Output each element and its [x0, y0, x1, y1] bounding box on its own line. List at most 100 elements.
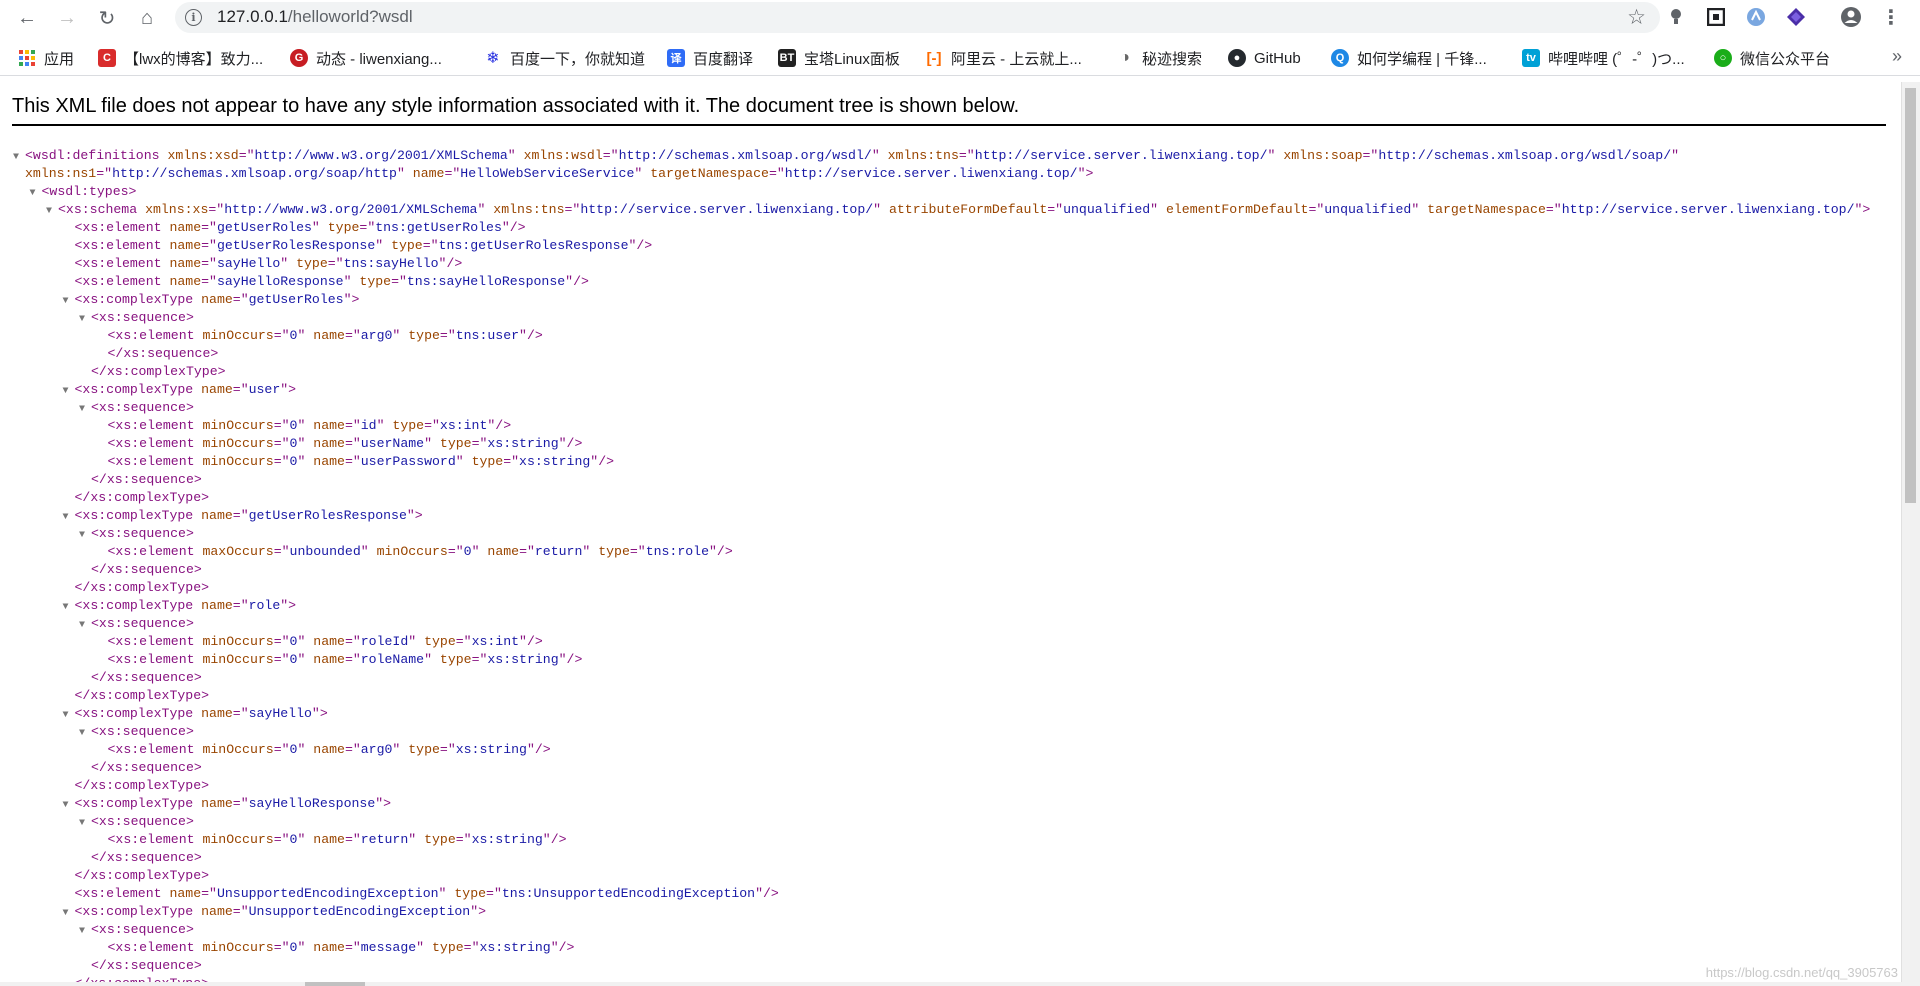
- collapse-triangle-icon[interactable]: ▼: [63, 293, 75, 311]
- url-path: /helloworld?wsdl: [287, 7, 413, 26]
- bookmark-qianfeng[interactable]: Q 如何学编程 | 千锋...: [1331, 47, 1487, 69]
- xml-attr-value: xs:string: [455, 742, 527, 757]
- forward-arrow-icon[interactable]: →: [54, 5, 80, 31]
- xml-attr-value: tns:sayHello: [343, 256, 439, 271]
- xml-tag-text: =": [327, 256, 344, 271]
- bookmark-bilibili[interactable]: tv 哔哩哔哩 (゜-゜)つ...: [1522, 47, 1685, 69]
- collapse-triangle-icon[interactable]: ▼: [63, 509, 75, 527]
- xml-tag-text: ": [297, 454, 314, 469]
- horizontal-scrollbar[interactable]: [0, 982, 1902, 986]
- xml-attr-name: name: [169, 220, 202, 235]
- xml-tag-text: =": [232, 706, 249, 721]
- qr-extension-icon[interactable]: [1705, 6, 1727, 28]
- xml-tag-text: =": [1047, 202, 1064, 217]
- bookmark-aliyun[interactable]: [-] 阿里云 - 上云就上...: [925, 47, 1082, 69]
- horizontal-scrollbar-thumb[interactable]: [305, 982, 365, 986]
- xml-tag-text: </xs:complexType>: [74, 778, 210, 793]
- xml-tag-text: <xs:sequence>: [91, 526, 194, 541]
- site-info-icon[interactable]: i: [185, 9, 202, 26]
- profile-avatar-icon[interactable]: [1840, 6, 1862, 28]
- bookmark-wechat[interactable]: ○ 微信公众平台: [1714, 47, 1830, 69]
- xml-tag-text: =": [201, 238, 217, 253]
- xml-tag-text: "/>: [709, 544, 733, 559]
- address-bar[interactable]: i 127.0.0.1/helloworld?wsdl ☆: [175, 2, 1660, 33]
- bookmark-label: 如何学编程 | 千锋...: [1357, 50, 1487, 68]
- xml-attr-name: xmlns:wsdl: [523, 148, 603, 163]
- collapse-triangle-icon[interactable]: ▼: [79, 311, 91, 329]
- collapse-triangle-icon[interactable]: ▼: [79, 401, 91, 419]
- xml-tag-text: </xs:complexType>: [91, 364, 226, 379]
- xml-tag-text: </xs:complexType>: [74, 580, 210, 595]
- bookmark-apps[interactable]: 应用: [18, 47, 74, 69]
- home-icon[interactable]: ⌂: [134, 5, 160, 31]
- xml-tag-text: <xs:sequence>: [91, 724, 194, 739]
- xml-tag-text: =": [344, 940, 361, 955]
- xml-tag-text: ": [297, 742, 314, 757]
- xml-tag-text: =": [602, 148, 619, 163]
- collapse-triangle-icon[interactable]: ▼: [63, 707, 75, 725]
- collapse-triangle-icon[interactable]: ▼: [79, 815, 91, 833]
- bookmark-gitee[interactable]: G 动态 - liwenxiang...: [290, 47, 442, 69]
- scrollbar-thumb[interactable]: [1905, 88, 1916, 503]
- xml-attr-value: id: [360, 418, 377, 433]
- xml-attr-value: user: [248, 382, 281, 397]
- translate-extension-icon[interactable]: [1745, 6, 1767, 28]
- collapse-triangle-icon[interactable]: ▼: [63, 797, 75, 815]
- collapse-triangle-icon[interactable]: ▼: [79, 923, 91, 941]
- xml-line: <xs:element name="sayHello" type="tns:sa…: [63, 255, 463, 273]
- lightbulb-extension-icon[interactable]: [1665, 6, 1687, 28]
- xml-no-style-message: This XML file does not appear to have an…: [12, 95, 1020, 117]
- back-arrow-icon[interactable]: ←: [14, 5, 40, 31]
- url-text[interactable]: 127.0.0.1/helloworld?wsdl: [217, 7, 413, 27]
- xml-tag-text: ": [297, 652, 314, 667]
- xml-attr-value: http://www.w3.org/2001/XMLSchema: [224, 202, 478, 217]
- collapse-triangle-icon[interactable]: ▼: [63, 599, 75, 617]
- xml-line: <xs:element name="getUserRolesResponse" …: [63, 237, 653, 255]
- bookmark-github[interactable]: ● GitHub: [1228, 47, 1301, 69]
- xml-attr-name: name: [412, 166, 445, 181]
- aliyun-icon: [-]: [926, 49, 942, 67]
- reload-icon[interactable]: ↻: [94, 5, 120, 31]
- xml-tag-text: =": [232, 796, 249, 811]
- collapse-triangle-icon[interactable]: ▼: [63, 905, 75, 923]
- collapse-triangle-icon[interactable]: ▼: [79, 725, 91, 743]
- collapse-triangle-icon[interactable]: ▼: [63, 383, 75, 401]
- xml-tag-text: =": [232, 382, 249, 397]
- xml-attr-name: attributeFormDefault: [888, 202, 1048, 217]
- collapse-triangle-icon[interactable]: ▼: [79, 527, 91, 545]
- xml-line: </xs:sequence>: [79, 849, 202, 867]
- menu-kebab-icon[interactable]: ⋮: [1880, 6, 1902, 29]
- xml-attr-name: elementFormDefault: [1165, 202, 1309, 217]
- xml-tag-text: ": [280, 256, 297, 271]
- xml-tag-text: =": [273, 832, 290, 847]
- xml-tag-text: ": [375, 238, 392, 253]
- xml-tag-text: <xs:element: [74, 256, 170, 271]
- xml-tag-text: ": [873, 202, 889, 217]
- xml-line: ▼ <xs:complexType name="getUserRoles">: [63, 291, 360, 309]
- bookmark-mijisou[interactable]: ◑ 秘迹搜索: [1116, 47, 1202, 69]
- xml-attr-name: minOccurs: [202, 436, 274, 451]
- bookmark-baidu-translate[interactable]: 译 百度翻译: [667, 47, 753, 69]
- bookmarks-overflow-icon[interactable]: »: [1892, 46, 1902, 67]
- xml-line: <xs:element name="getUserRoles" type="tn…: [63, 219, 526, 237]
- vertical-scrollbar[interactable]: [1901, 82, 1920, 986]
- layers-extension-icon[interactable]: [1785, 6, 1807, 28]
- xml-tag-text: =": [439, 328, 456, 343]
- xml-line: ▼ <xs:complexType name="sayHello">: [63, 705, 328, 723]
- collapse-triangle-icon[interactable]: ▼: [13, 149, 25, 167]
- xml-tag-text: ": [871, 148, 888, 163]
- xml-tag-text: =": [422, 238, 439, 253]
- collapse-triangle-icon[interactable]: ▼: [46, 203, 58, 221]
- xml-line: </xs:sequence>: [79, 759, 202, 777]
- collapse-triangle-icon[interactable]: ▼: [30, 185, 42, 203]
- bookmark-label: 哔哩哔哩 (゜-゜)つ...: [1548, 50, 1685, 68]
- collapse-triangle-icon[interactable]: ▼: [79, 617, 91, 635]
- xml-tag-text: =": [471, 436, 488, 451]
- bookmark-lwx-blog[interactable]: C 【lwx的博客】致力...: [98, 47, 263, 69]
- xml-attr-name: name: [201, 598, 233, 613]
- xml-tag-text: "/>: [519, 634, 543, 649]
- xml-tag-text: =": [201, 220, 217, 235]
- bookmark-baidu[interactable]: ❄ 百度一下，你就知道: [484, 47, 645, 69]
- bookmark-star-icon[interactable]: ☆: [1627, 5, 1646, 30]
- bookmark-bt-panel[interactable]: BT 宝塔Linux面板: [778, 47, 900, 69]
